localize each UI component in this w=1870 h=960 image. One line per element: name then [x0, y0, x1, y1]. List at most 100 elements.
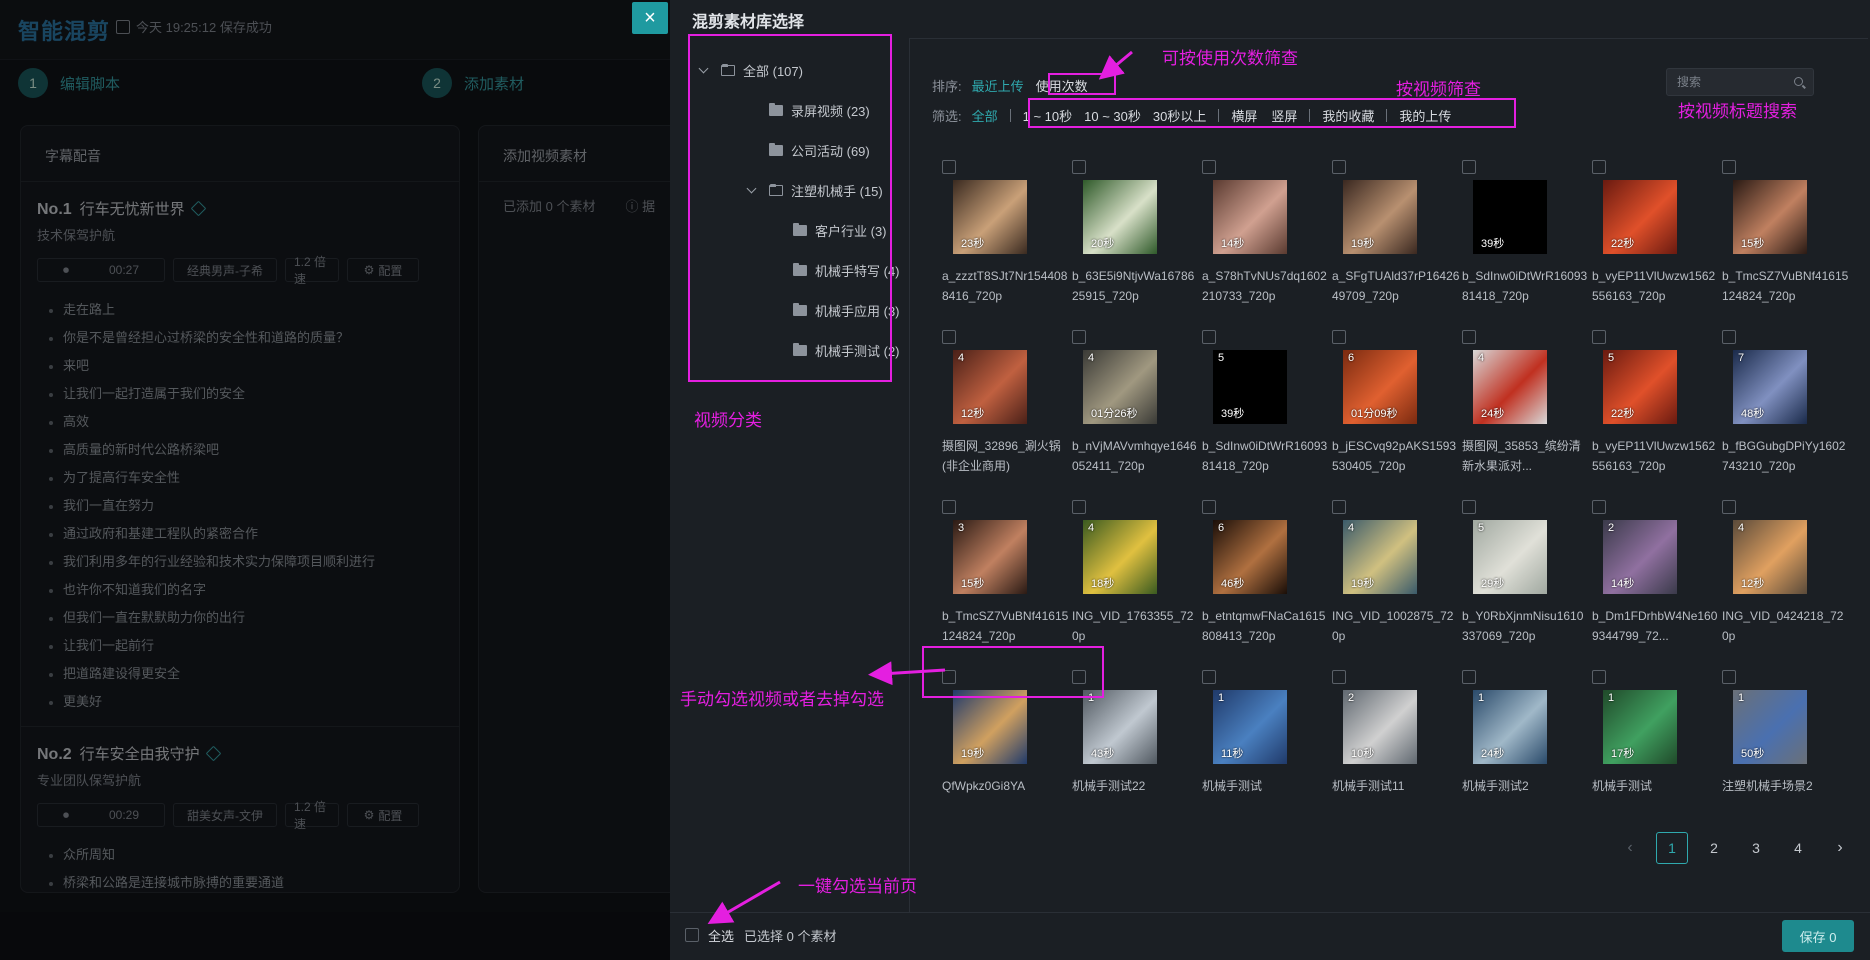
material-tile[interactable]: 5 29秒 b_Y0RbXjnmNisu1610337069_720p	[1462, 500, 1592, 643]
video-thumbnail[interactable]: 4 12秒	[953, 350, 1027, 424]
filter-portrait[interactable]: 竖屏	[1271, 106, 1297, 125]
video-thumbnail[interactable]: 4 01分26秒	[1083, 350, 1157, 424]
search-icon[interactable]	[1794, 77, 1803, 86]
tree-node[interactable]: 公司活动 (69)	[769, 141, 870, 160]
video-thumbnail[interactable]: 5 22秒	[1603, 350, 1677, 424]
video-thumbnail[interactable]: 4 24秒	[1473, 350, 1547, 424]
material-checkbox[interactable]	[1592, 500, 1606, 514]
select-all-label[interactable]: 全选	[708, 926, 734, 945]
material-tile[interactable]: 4 24秒 摄图网_35853_缤纷清新水果派对...	[1462, 330, 1592, 473]
video-thumbnail[interactable]: 1 17秒	[1603, 690, 1677, 764]
material-checkbox[interactable]	[1592, 160, 1606, 174]
video-thumbnail[interactable]: 5 29秒	[1473, 520, 1547, 594]
page-1[interactable]: 1	[1656, 832, 1688, 864]
material-tile[interactable]: 15秒 b_TmcSZ7VuBNf41615124824_720p	[1722, 160, 1852, 303]
chevron-down-icon[interactable]	[746, 183, 757, 194]
video-thumbnail[interactable]: 5 39秒	[1213, 350, 1287, 424]
material-checkbox[interactable]	[1592, 330, 1606, 344]
material-tile[interactable]: 1 17秒 机械手测试	[1592, 670, 1722, 810]
material-tile[interactable]: 6 46秒 b_etntqmwFNaCa1615808413_720p	[1202, 500, 1332, 643]
page-4[interactable]: 4	[1782, 832, 1814, 864]
video-thumbnail[interactable]: 1 50秒	[1733, 690, 1807, 764]
video-thumbnail[interactable]: 1 11秒	[1213, 690, 1287, 764]
filter-duration-1-10[interactable]: 1 ~ 10秒	[1023, 106, 1073, 125]
page-3[interactable]: 3	[1740, 832, 1772, 864]
video-thumbnail[interactable]: 20秒	[1083, 180, 1157, 254]
material-checkbox[interactable]	[1722, 330, 1736, 344]
material-tile[interactable]: 23秒 a_zzztT8SJt7Nr1544088416_720p	[942, 160, 1072, 303]
material-checkbox[interactable]	[1722, 500, 1736, 514]
next-page-button[interactable]: ›	[1824, 832, 1856, 864]
filter-duration-30-plus[interactable]: 30秒以上	[1153, 106, 1206, 125]
material-checkbox[interactable]	[1332, 160, 1346, 174]
material-checkbox[interactable]	[1462, 500, 1476, 514]
video-thumbnail[interactable]: 14秒	[1213, 180, 1287, 254]
material-tile[interactable]: 5 22秒 b_vyEP11VlUwzw1562556163_720p	[1592, 330, 1722, 473]
chevron-down-icon[interactable]	[698, 63, 709, 74]
material-tile[interactable]: 19秒 a_SFgTUAld37rP1642649709_720p	[1332, 160, 1462, 303]
video-thumbnail[interactable]: 22秒	[1603, 180, 1677, 254]
filter-all[interactable]: 全部	[972, 106, 998, 125]
material-tile[interactable]: 3 15秒 b_TmcSZ7VuBNf41615124824_720p	[942, 500, 1072, 643]
video-thumbnail[interactable]: 19秒	[1343, 180, 1417, 254]
material-checkbox[interactable]	[1462, 160, 1476, 174]
close-drawer-button[interactable]: ×	[632, 2, 668, 34]
video-thumbnail[interactable]: 39秒	[1473, 180, 1547, 254]
filter-duration-10-30[interactable]: 10 ~ 30秒	[1084, 106, 1141, 125]
video-thumbnail[interactable]: 4 12秒	[1733, 520, 1807, 594]
material-checkbox[interactable]	[1462, 670, 1476, 684]
material-checkbox[interactable]	[1202, 670, 1216, 684]
filter-landscape[interactable]: 横屏	[1231, 106, 1257, 125]
tree-node[interactable]: 录屏视频 (23)	[769, 101, 870, 120]
material-tile[interactable]: 20秒 b_63E5i9NtjvWa1678625915_720p	[1072, 160, 1202, 303]
material-tile[interactable]: 1 11秒 机械手测试	[1202, 670, 1332, 810]
material-tile[interactable]: 4 12秒 ING_VID_0424218_720p	[1722, 500, 1852, 643]
material-checkbox[interactable]	[1202, 330, 1216, 344]
material-tile[interactable]: 2 14秒 b_Dm1FDrhbW4Ne1609344799_72...	[1592, 500, 1722, 643]
video-thumbnail[interactable]: 2 10秒	[1343, 690, 1417, 764]
save-button[interactable]: 保存 0	[1782, 920, 1854, 952]
material-tile[interactable]: 2 10秒 机械手测试11	[1332, 670, 1462, 810]
material-checkbox[interactable]	[1722, 670, 1736, 684]
video-thumbnail[interactable]: 6 46秒	[1213, 520, 1287, 594]
material-tile[interactable]: 19秒 QfWpkz0Gi8YA	[942, 670, 1072, 810]
material-tile[interactable]: 5 39秒 b_SdInw0iDtWrR1609381418_720p	[1202, 330, 1332, 473]
material-tile[interactable]: 4 19秒 ING_VID_1002875_720p	[1332, 500, 1462, 643]
material-checkbox[interactable]	[1202, 500, 1216, 514]
video-thumbnail[interactable]: 15秒	[1733, 180, 1807, 254]
video-thumbnail[interactable]: 6 01分09秒	[1343, 350, 1417, 424]
material-tile[interactable]: 4 18秒 ING_VID_1763355_720p	[1072, 500, 1202, 643]
material-tile[interactable]: 4 01分26秒 b_nVjMAVvmhqye1646052411_720p	[1072, 330, 1202, 473]
tree-node[interactable]: 全部 (107)	[698, 61, 803, 80]
material-tile[interactable]: 39秒 b_SdInw0iDtWrR1609381418_720p	[1462, 160, 1592, 303]
sort-by-usage[interactable]: 使用次数	[1036, 76, 1088, 95]
modal-overlay[interactable]	[0, 0, 670, 960]
material-checkbox[interactable]	[942, 670, 956, 684]
video-thumbnail[interactable]: 1 24秒	[1473, 690, 1547, 764]
material-checkbox[interactable]	[1072, 500, 1086, 514]
prev-page-button[interactable]: ‹	[1614, 832, 1646, 864]
video-thumbnail[interactable]: 2 14秒	[1603, 520, 1677, 594]
material-checkbox[interactable]	[942, 500, 956, 514]
material-checkbox[interactable]	[1332, 330, 1346, 344]
material-checkbox[interactable]	[1592, 670, 1606, 684]
material-checkbox[interactable]	[1202, 160, 1216, 174]
material-tile[interactable]: 4 12秒 摄图网_32896_涮火锅(非企业商用)	[942, 330, 1072, 473]
tree-node[interactable]: 注塑机械手 (15)	[746, 181, 883, 200]
page-2[interactable]: 2	[1698, 832, 1730, 864]
material-checkbox[interactable]	[942, 160, 956, 174]
search-input[interactable]	[1667, 69, 1777, 95]
video-thumbnail[interactable]: 3 15秒	[953, 520, 1027, 594]
material-tile[interactable]: 1 50秒 注塑机械手场景2	[1722, 670, 1852, 810]
material-tile[interactable]: 6 01分09秒 b_jESCvq92pAKS1593530405_720p	[1332, 330, 1462, 473]
material-tile[interactable]: 7 48秒 b_fBGGubgDPiYy1602743210_720p	[1722, 330, 1852, 473]
video-thumbnail[interactable]: 4 19秒	[1343, 520, 1417, 594]
video-thumbnail[interactable]: 23秒	[953, 180, 1027, 254]
filter-my-uploads[interactable]: 我的上传	[1399, 106, 1451, 125]
material-checkbox[interactable]	[1072, 330, 1086, 344]
filter-favorites[interactable]: 我的收藏	[1322, 106, 1374, 125]
material-checkbox[interactable]	[1072, 160, 1086, 174]
material-tile[interactable]: 14秒 a_S78hTvNUs7dq1602210733_720p	[1202, 160, 1332, 303]
material-tile[interactable]: 1 24秒 机械手测试2	[1462, 670, 1592, 810]
tree-node[interactable]: 机械手特写 (4)	[793, 261, 900, 280]
